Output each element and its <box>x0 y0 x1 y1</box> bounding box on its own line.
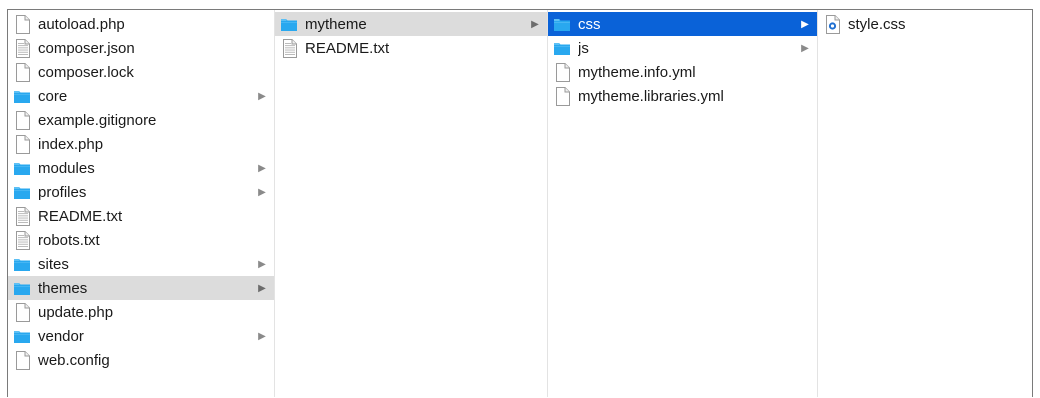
item-label: mytheme.libraries.yml <box>578 87 724 105</box>
folder-icon <box>13 279 31 298</box>
column-themes[interactable]: mytheme ▶ README.txt <box>275 10 548 397</box>
finder-column-view: autoload.php composer.json composer.lock co… <box>7 9 1033 397</box>
item-label: js <box>578 39 589 57</box>
item-label: example.gitignore <box>38 111 157 129</box>
file-icon <box>553 86 571 106</box>
list-item-composer-lock[interactable]: composer.lock <box>8 60 274 84</box>
chevron-right-icon: ▶ <box>531 18 539 30</box>
chevron-right-icon: ▶ <box>258 330 266 342</box>
list-item-update-php[interactable]: update.php <box>8 300 274 324</box>
folder-icon <box>13 183 31 202</box>
column-root[interactable]: autoload.php composer.json composer.lock co… <box>8 10 275 397</box>
chevron-right-icon: ▶ <box>258 258 266 270</box>
list-item-style-css[interactable]: style.css <box>818 12 1032 36</box>
list-item-vendor[interactable]: vendor ▶ <box>8 324 274 348</box>
folder-icon <box>13 255 31 274</box>
chevron-right-icon: ▶ <box>258 282 266 294</box>
folder-icon <box>13 327 31 346</box>
list-item-example-gitignore[interactable]: example.gitignore <box>8 108 274 132</box>
list-item-mytheme-libraries-yml[interactable]: mytheme.libraries.yml <box>548 84 817 108</box>
list-item-mytheme-info-yml[interactable]: mytheme.info.yml <box>548 60 817 84</box>
column-css[interactable]: style.css <box>818 10 1032 397</box>
list-item-sites[interactable]: sites ▶ <box>8 252 274 276</box>
list-item-css[interactable]: css ▶ <box>548 12 817 36</box>
item-label: modules <box>38 159 95 177</box>
item-label: vendor <box>38 327 84 345</box>
item-label: web.config <box>38 351 110 369</box>
folder-icon <box>553 39 571 58</box>
item-label: core <box>38 87 68 105</box>
list-item-js[interactable]: js ▶ <box>548 36 817 60</box>
item-label: README.txt <box>38 207 123 225</box>
item-label: style.css <box>848 15 906 33</box>
item-label: update.php <box>38 303 114 321</box>
folder-icon <box>553 15 571 34</box>
list-item-robots-txt[interactable]: robots.txt <box>8 228 274 252</box>
list-item-mytheme[interactable]: mytheme ▶ <box>275 12 547 36</box>
folder-icon <box>280 15 298 34</box>
chevron-right-icon: ▶ <box>258 90 266 102</box>
file-icon <box>13 14 31 34</box>
file-icon <box>13 302 31 322</box>
item-label: themes <box>38 279 88 297</box>
item-label: sites <box>38 255 69 273</box>
list-item-readme-txt[interactable]: README.txt <box>275 36 547 60</box>
item-label: README.txt <box>305 39 390 57</box>
text-file-icon <box>13 206 31 226</box>
chevron-right-icon: ▶ <box>258 162 266 174</box>
list-item-core[interactable]: core ▶ <box>8 84 274 108</box>
chevron-right-icon: ▶ <box>258 186 266 198</box>
column-mytheme[interactable]: css ▶ js ▶ mytheme.info.yml mytheme.libraries… <box>548 10 818 397</box>
item-label: mytheme.info.yml <box>578 63 696 81</box>
text-file-icon <box>13 230 31 250</box>
list-item-composer-json[interactable]: composer.json <box>8 36 274 60</box>
list-item-profiles[interactable]: profiles ▶ <box>8 180 274 204</box>
list-item-readme-txt[interactable]: README.txt <box>8 204 274 228</box>
item-label: composer.lock <box>38 63 134 81</box>
item-label: index.php <box>38 135 104 153</box>
chevron-right-icon: ▶ <box>801 18 809 30</box>
item-label: composer.json <box>38 39 135 57</box>
item-label: profiles <box>38 183 87 201</box>
list-item-web-config[interactable]: web.config <box>8 348 274 372</box>
file-icon <box>553 62 571 82</box>
list-item-themes[interactable]: themes ▶ <box>8 276 274 300</box>
css-file-icon <box>823 14 841 34</box>
folder-icon <box>13 159 31 178</box>
chevron-right-icon: ▶ <box>801 42 809 54</box>
item-label: mytheme <box>305 15 367 33</box>
file-icon <box>13 134 31 154</box>
file-icon <box>13 110 31 130</box>
item-label: css <box>578 15 601 33</box>
list-item-modules[interactable]: modules ▶ <box>8 156 274 180</box>
text-file-icon <box>13 38 31 58</box>
list-item-autoload-php[interactable]: autoload.php <box>8 12 274 36</box>
item-label: robots.txt <box>38 231 100 249</box>
item-label: autoload.php <box>38 15 125 33</box>
list-item-index-php[interactable]: index.php <box>8 132 274 156</box>
folder-icon <box>13 87 31 106</box>
file-icon <box>13 350 31 370</box>
file-icon <box>13 62 31 82</box>
text-file-icon <box>280 38 298 58</box>
